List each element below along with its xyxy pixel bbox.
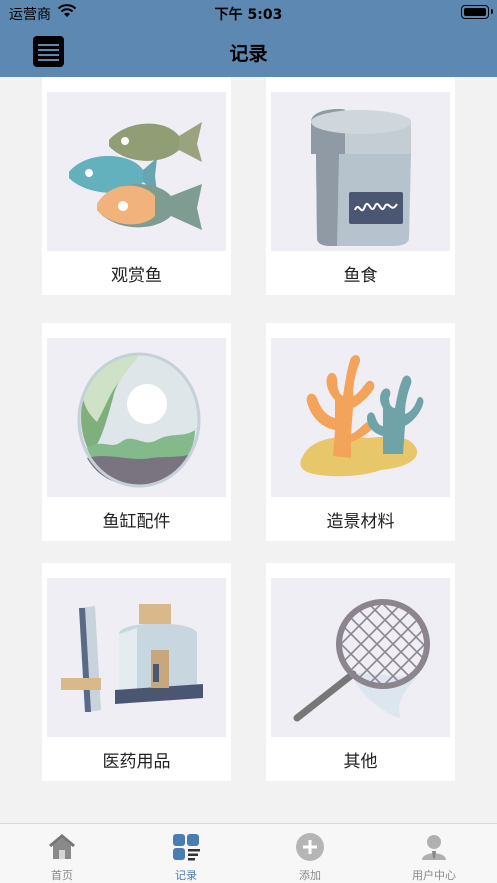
aquarium-equipment-icon: [61, 604, 203, 712]
tab-label: 用户中心: [412, 869, 456, 882]
category-image: [47, 92, 226, 251]
tab-records[interactable]: 记录: [124, 824, 248, 883]
fish-net-icon: [293, 599, 430, 722]
page-title: 记录: [229, 43, 268, 65]
battery-icon: [461, 5, 493, 19]
category-label: 其他: [343, 752, 378, 772]
tab-bar: 首页 记录 添加 用户中心: [0, 823, 497, 883]
category-card-fish-food[interactable]: 鱼食: [266, 77, 455, 295]
header: 运营商 下午 5:03 记录: [0, 0, 497, 77]
category-image: [271, 578, 450, 737]
fish-food-icon: [311, 109, 411, 246]
status-time: 下午 5:03: [214, 7, 283, 23]
category-grid: 观赏鱼 鱼食 鱼缸配件 造景材料 医药用品 其他: [0, 77, 497, 823]
category-card-medical-supplies[interactable]: 医药用品: [42, 563, 231, 781]
category-label: 造景材料: [326, 512, 395, 532]
category-card-landscaping-materials[interactable]: 造景材料: [266, 323, 455, 541]
tab-home[interactable]: 首页: [0, 824, 124, 883]
tab-label: 记录: [175, 869, 197, 882]
tab-label: 添加: [299, 869, 321, 882]
category-image: [271, 338, 450, 497]
add-icon: [296, 833, 324, 861]
category-image: [47, 578, 226, 737]
category-card-aquarium-accessories[interactable]: 鱼缸配件: [42, 323, 231, 541]
category-card-other[interactable]: 其他: [266, 563, 455, 781]
user-icon: [422, 835, 446, 860]
category-label: 医药用品: [102, 752, 171, 772]
category-label: 鱼食: [343, 266, 378, 286]
category-image: [47, 338, 226, 497]
nav-bar: 记录: [0, 26, 497, 77]
fish-icon: [69, 122, 202, 230]
status-bar: 运营商 下午 5:03: [0, 0, 497, 26]
category-image: [271, 92, 450, 251]
records-icon: [173, 834, 200, 861]
category-card-ornamental-fish[interactable]: 观赏鱼: [42, 77, 231, 295]
aquarium-decoration-icon: [77, 352, 201, 488]
tab-user-center[interactable]: 用户中心: [372, 824, 496, 883]
category-label: 鱼缸配件: [102, 512, 171, 532]
category-label: 观赏鱼: [111, 266, 162, 286]
tab-add[interactable]: 添加: [248, 824, 372, 883]
home-icon: [49, 834, 75, 859]
tab-label: 首页: [51, 869, 73, 882]
coral-icon: [300, 355, 424, 477]
